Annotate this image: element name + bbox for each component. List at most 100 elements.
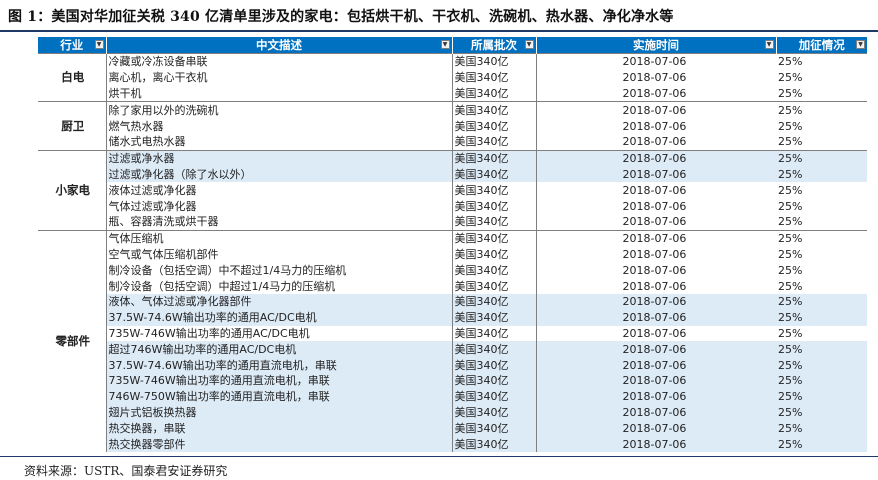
- industry-cell: 厨卫: [38, 101, 107, 151]
- table-row[interactable]: 烘干机 美国340亿 2018-07-06 25%: [38, 85, 867, 102]
- figure-title: 图 1：美国对华加征关税 340 亿清单里涉及的家电：包括烘干机、干衣机、洗碗机…: [8, 9, 674, 25]
- filter-active-icon[interactable]: ▼: [524, 40, 534, 49]
- description-cell: 翅片式铝板换热器: [106, 404, 453, 421]
- batch-cell: 美国340亿: [452, 69, 537, 86]
- header-date-label: 实施时间: [633, 38, 679, 52]
- header-date: 实施时间 ▼: [536, 37, 777, 54]
- table-row[interactable]: 735W-746W输出功率的通用直流电机，串联 美国340亿 2018-07-06 2…: [38, 372, 867, 389]
- rate-cell: 25%: [776, 357, 867, 373]
- rate-cell: 25%: [776, 149, 867, 167]
- rate-cell: 25%: [778, 263, 803, 277]
- date-cell: 2018-07-06: [536, 436, 776, 452]
- rate-cell: 25%: [776, 166, 867, 183]
- description-cell: 热交换器零部件: [106, 436, 453, 452]
- table-row[interactable]: 储水式电热水器 美国340亿 2018-07-06 25%: [38, 133, 867, 151]
- table-row[interactable]: 翅片式铝板换热器 美国340亿 2018-07-06 25%: [38, 404, 867, 421]
- date-cell: 2018-07-06: [536, 166, 776, 183]
- rate-cell: 25%: [776, 229, 867, 247]
- rate-cell: 25%: [776, 101, 867, 119]
- date-cell: 2018-07-06: [536, 420, 776, 437]
- filter-dropdown-icon[interactable]: ▼: [94, 40, 104, 49]
- rate-cell: 25%: [776, 436, 867, 452]
- table-body: 白电 冷藏或冷冻设备串联 美国340亿 2018-07-06 25% 离心机，离心干衣机美…: [38, 52, 867, 452]
- date-cell: 2018-07-06: [536, 388, 776, 405]
- batch-cell: 美国340亿: [452, 118, 537, 134]
- table-row[interactable]: 37.5W-74.6W输出功率的通用AC/DC电机 美国340亿 2018-07-0…: [38, 309, 867, 326]
- date-cell: 2018-07-06: [536, 52, 776, 70]
- date-cell: 2018-07-06: [622, 86, 687, 100]
- rate-cell: 25%: [776, 388, 867, 405]
- table-row[interactable]: 燃气热水器 美国340亿 2018-07-06 25%: [38, 118, 867, 134]
- date-cell: 2018-07-06: [536, 229, 776, 247]
- description-cell: 冷藏或冷冻设备串联: [106, 52, 453, 70]
- bottom-rule: [0, 456, 878, 457]
- rate-cell: 25%: [778, 215, 803, 229]
- description-cell: 过滤或净化器（除了水以外）: [106, 166, 453, 183]
- table-row[interactable]: 厨卫 除了家用以外的洗碗机 美国340亿 2018-07-06 25%: [38, 101, 867, 151]
- date-cell: 2018-07-06: [536, 101, 776, 119]
- table-row[interactable]: 空气或气体压缩机部件 美国340亿 2018-07-06 25%: [38, 246, 867, 263]
- date-cell: 2018-07-06: [536, 149, 776, 167]
- batch-cell: 美国340亿: [452, 436, 537, 452]
- rate-cell: 25%: [776, 420, 867, 437]
- table-row[interactable]: 零部件 气体压缩机 美国340亿 2018-07-06 25%: [38, 229, 867, 452]
- table-row[interactable]: 热交换器，串联 美国340亿 2018-07-06 25%: [38, 420, 867, 437]
- table-row[interactable]: 瓶、容器清洗或烘干器 美国340亿 2018-07-06 25%: [38, 213, 867, 231]
- table-row[interactable]: 热交换器零部件 美国340亿 2018-07-06 25%: [38, 436, 867, 452]
- rate-cell: 25%: [776, 341, 867, 358]
- batch-cell: 美国340亿: [452, 52, 537, 70]
- table-row[interactable]: 白电 冷藏或冷冻设备串联 美国340亿 2018-07-06 25%: [38, 52, 867, 102]
- table-row[interactable]: 液体、气体过滤或净化器部件 美国340亿 2018-07-06 25%: [38, 293, 867, 310]
- table-row[interactable]: 37.5W-74.6W输出功率的通用直流电机，串联 美国340亿 2018-07-0…: [38, 357, 867, 373]
- date-cell: 2018-07-06: [536, 309, 776, 326]
- table-row[interactable]: 过滤或净化器（除了水以外） 美国340亿 2018-07-06 25%: [38, 166, 867, 183]
- tariff-table-container: 行业 ▼ 中文描述 ▼ 所属批次 ▼ 实施时间 ▼ 加征情况 ▼ 白电 冷藏或冷冻设备串联美…: [38, 37, 867, 452]
- title-rule: [0, 30, 878, 32]
- batch-cell: 美国340亿: [452, 229, 537, 247]
- filter-active-icon[interactable]: ▼: [856, 40, 865, 49]
- header-description: 中文描述 ▼: [106, 37, 453, 54]
- table-row[interactable]: 超过746W输出功率的通用AC/DC电机 美国340亿 2018-07-06 25%: [38, 341, 867, 358]
- date-cell: 2018-07-06: [622, 183, 687, 197]
- batch-cell: 美国340亿: [452, 309, 537, 326]
- table-row[interactable]: 735W-746W输出功率的通用AC/DC电机 美国340亿 2018-07-06 2…: [38, 325, 867, 342]
- table-row[interactable]: 气体过滤或净化器 美国340亿 2018-07-06 25%: [38, 198, 867, 214]
- description-cell: 超过746W输出功率的通用AC/DC电机: [106, 341, 453, 358]
- batch-cell: 美国340亿: [452, 341, 537, 358]
- rate-cell: 25%: [778, 119, 803, 133]
- description-cell: 液体过滤或净化器: [106, 182, 453, 199]
- table-row[interactable]: 液体过滤或净化器 美国340亿 2018-07-06 25%: [38, 182, 867, 199]
- table-row[interactable]: 小家电 过滤或净水器 美国340亿 2018-07-06 25%: [38, 149, 867, 231]
- batch-cell: 美国340亿: [452, 149, 537, 167]
- batch-cell: 美国340亿: [452, 85, 537, 102]
- industry-cell: 小家电: [38, 149, 107, 231]
- header-industry-label: 行业: [60, 38, 84, 52]
- date-cell: 2018-07-06: [622, 279, 687, 293]
- header-description-label: 中文描述: [256, 38, 302, 52]
- industry-cell: 零部件: [38, 229, 107, 452]
- filter-dropdown-icon[interactable]: ▼: [764, 40, 774, 49]
- table-row[interactable]: 746W-750W输出功率的通用直流电机，串联 美国340亿 2018-07-06 2…: [38, 388, 867, 405]
- description-cell: 热交换器，串联: [106, 420, 453, 437]
- filter-dropdown-icon[interactable]: ▼: [440, 40, 450, 49]
- date-cell: 2018-07-06: [536, 341, 776, 358]
- batch-cell: 美国340亿: [452, 278, 537, 294]
- table-row[interactable]: 制冷设备（包括空调）中不超过1/4马力的压缩机 美国340亿 2018-07-06 2…: [38, 262, 867, 279]
- description-cell: 过滤或净水器: [106, 149, 453, 167]
- table-row[interactable]: 离心机，离心干衣机 美国340亿 2018-07-06 25%: [38, 69, 867, 86]
- date-cell: 2018-07-06: [536, 404, 776, 421]
- rate-cell: 25%: [778, 71, 803, 85]
- industry-cell: 白电: [38, 52, 107, 102]
- header-industry: 行业 ▼: [38, 37, 107, 54]
- date-cell: 2018-07-06: [622, 71, 687, 85]
- description-cell: 746W-750W输出功率的通用直流电机，串联: [106, 388, 453, 405]
- table-row[interactable]: 制冷设备（包括空调）中超过1/4马力的压缩机 美国340亿 2018-07-06 25…: [38, 278, 867, 294]
- description-cell: 液体、气体过滤或净化器部件: [106, 293, 453, 310]
- rate-cell: 25%: [778, 86, 803, 100]
- description-cell: 除了家用以外的洗碗机: [106, 101, 453, 119]
- date-cell: 2018-07-06: [622, 247, 687, 261]
- batch-cell: 美国340亿: [452, 325, 537, 342]
- date-cell: 2018-07-06: [622, 215, 687, 229]
- batch-cell: 美国340亿: [452, 262, 537, 279]
- description-cell: 空气或气体压缩机部件: [106, 246, 453, 263]
